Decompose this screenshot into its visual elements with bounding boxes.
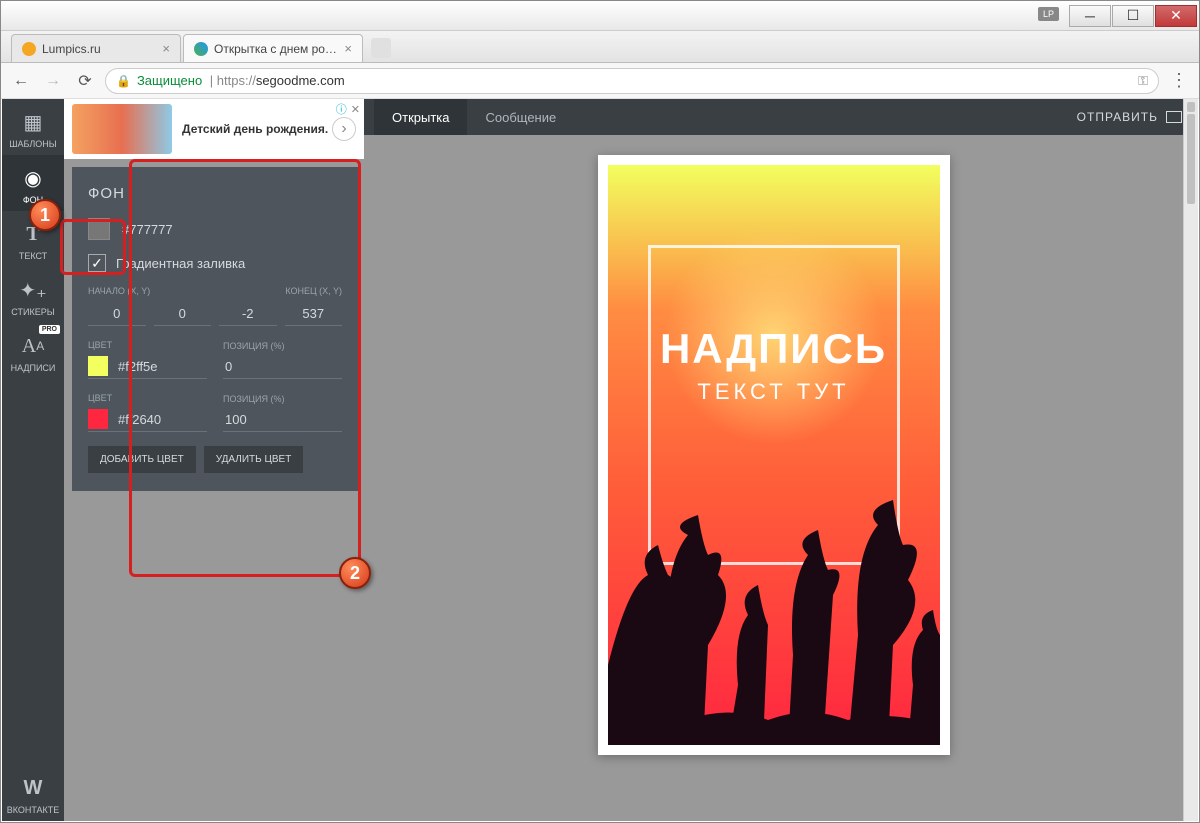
forward-button[interactable]: →	[41, 69, 65, 93]
captions-icon: AA	[20, 333, 46, 359]
back-button[interactable]: ←	[9, 69, 33, 93]
tab-card[interactable]: Открытка	[374, 99, 467, 135]
sidebar-label: НАДПИСИ	[11, 363, 56, 373]
address-bar: ← → ⟳ 🔒 Защищено | https:// segoodme.com…	[1, 63, 1199, 99]
close-tab-icon[interactable]: ×	[162, 41, 170, 56]
lock-icon: 🔒	[116, 74, 131, 88]
tab-title: Lumpics.ru	[42, 42, 156, 56]
favicon-icon	[22, 42, 36, 56]
sidebar-item-stickers[interactable]: ✦₊ СТИКЕРЫ	[2, 267, 64, 323]
position-label: ПОЗИЦИЯ (%)	[223, 341, 342, 351]
browser-menu-button[interactable]: ⋮	[1167, 70, 1191, 91]
color-label: ЦВЕТ	[88, 340, 207, 350]
end-x-input[interactable]: -2	[219, 302, 277, 326]
position-label: ПОЗИЦИЯ (%)	[223, 394, 342, 404]
sidebar-item-captions[interactable]: PRO AA НАДПИСИ	[2, 323, 64, 379]
url-prefix: https://	[217, 73, 256, 88]
reload-button[interactable]: ⟳	[73, 69, 97, 93]
lp-badge: LP	[1038, 7, 1059, 21]
url-host: segoodme.com	[256, 73, 345, 88]
stop2-swatch[interactable]	[88, 409, 108, 429]
marker-1: 1	[29, 199, 61, 231]
new-tab-button[interactable]	[371, 38, 391, 58]
canvas-area: НАДПИСЬ ТЕКСТ ТУТ	[364, 135, 1183, 821]
sidebar-label: ШАБЛОНЫ	[9, 139, 57, 149]
marker-2: 2	[339, 557, 371, 589]
postcard-line2: ТЕКСТ ТУТ	[608, 379, 940, 405]
start-y-input[interactable]: 0	[154, 302, 212, 326]
start-label: НАЧАЛО (X, Y)	[88, 286, 235, 296]
palms-silhouette	[608, 485, 940, 745]
ad-banner[interactable]: Детский день рождения. › ⓘ✕	[64, 99, 364, 159]
mail-icon	[1166, 111, 1182, 123]
gradient-checkbox[interactable]: ✓	[88, 254, 106, 272]
panel-title: ФОН	[88, 185, 342, 202]
favicon-icon	[194, 42, 208, 56]
sidebar-label: СТИКЕРЫ	[11, 307, 54, 317]
camera-icon: ◉	[20, 165, 46, 191]
close-icon[interactable]: ✕	[351, 103, 360, 116]
stop1-color[interactable]: #f2ff5e	[118, 359, 158, 374]
base-color-swatch[interactable]	[88, 218, 110, 240]
background-panel: ФОН #777777 ✓ Градиентная заливка НАЧАЛО…	[72, 167, 358, 491]
postcard[interactable]: НАДПИСЬ ТЕКСТ ТУТ	[598, 155, 950, 755]
ad-text: Детский день рождения.	[182, 122, 332, 136]
base-color-value[interactable]: #777777	[122, 222, 173, 237]
add-color-button[interactable]: ДОБАВИТЬ ЦВЕТ	[88, 446, 196, 473]
ad-close[interactable]: ⓘ✕	[336, 101, 360, 117]
adchoices-icon: ⓘ	[336, 101, 347, 117]
browser-tab-active[interactable]: Открытка с днем рожде… ×	[183, 34, 363, 62]
url-field[interactable]: 🔒 Защищено | https:// segoodme.com ⚿	[105, 68, 1159, 94]
window-titlebar: LP ─ ☐ ✕	[1, 1, 1199, 31]
minimize-button[interactable]: ─	[1069, 5, 1111, 27]
sidebar-item-vk[interactable]: W ВКОНТАКТЕ	[2, 765, 64, 821]
gradient-label: Градиентная заливка	[116, 256, 245, 271]
start-x-input[interactable]: 0	[88, 302, 146, 326]
stop2-color[interactable]: #ff2640	[118, 412, 161, 427]
key-icon[interactable]: ⚿	[1138, 73, 1148, 89]
sidebar-label: ТЕКСТ	[19, 251, 47, 261]
postcard-text[interactable]: НАДПИСЬ ТЕКСТ ТУТ	[608, 325, 940, 405]
end-y-input[interactable]: 537	[285, 302, 343, 326]
close-tab-icon[interactable]: ×	[344, 41, 352, 56]
postcard-line1: НАДПИСЬ	[608, 325, 940, 373]
send-label: ОТПРАВИТЬ	[1077, 110, 1158, 124]
vk-icon: W	[20, 775, 46, 801]
sidebar-item-templates[interactable]: ▦ ШАБЛОНЫ	[2, 99, 64, 155]
postcard-inner: НАДПИСЬ ТЕКСТ ТУТ	[608, 165, 940, 745]
sticker-icon: ✦₊	[20, 277, 46, 303]
ad-next-icon[interactable]: ›	[332, 117, 356, 141]
tab-title: Открытка с днем рожде…	[214, 42, 338, 56]
vertical-scrollbar[interactable]	[1183, 99, 1198, 821]
templates-icon: ▦	[20, 109, 46, 135]
close-button[interactable]: ✕	[1155, 5, 1197, 27]
tab-message[interactable]: Сообщение	[467, 99, 574, 135]
stop1-swatch[interactable]	[88, 356, 108, 376]
pro-badge: PRO	[39, 325, 60, 334]
sidebar-label: ВКОНТАКТЕ	[7, 805, 60, 815]
end-label: КОНЕЦ (X, Y)	[285, 286, 342, 296]
maximize-button[interactable]: ☐	[1112, 5, 1154, 27]
send-button[interactable]: ОТПРАВИТЬ	[1077, 110, 1182, 124]
browser-tabstrip: Lumpics.ru × Открытка с днем рожде… ×	[1, 31, 1199, 63]
color-label: ЦВЕТ	[88, 393, 207, 403]
secure-label: Защищено	[137, 73, 202, 88]
stop2-position[interactable]: 100	[223, 410, 342, 432]
delete-color-button[interactable]: УДАЛИТЬ ЦВЕТ	[204, 446, 304, 473]
ad-image	[72, 104, 172, 154]
browser-tab[interactable]: Lumpics.ru ×	[11, 34, 181, 62]
stop1-position[interactable]: 0	[223, 357, 342, 379]
